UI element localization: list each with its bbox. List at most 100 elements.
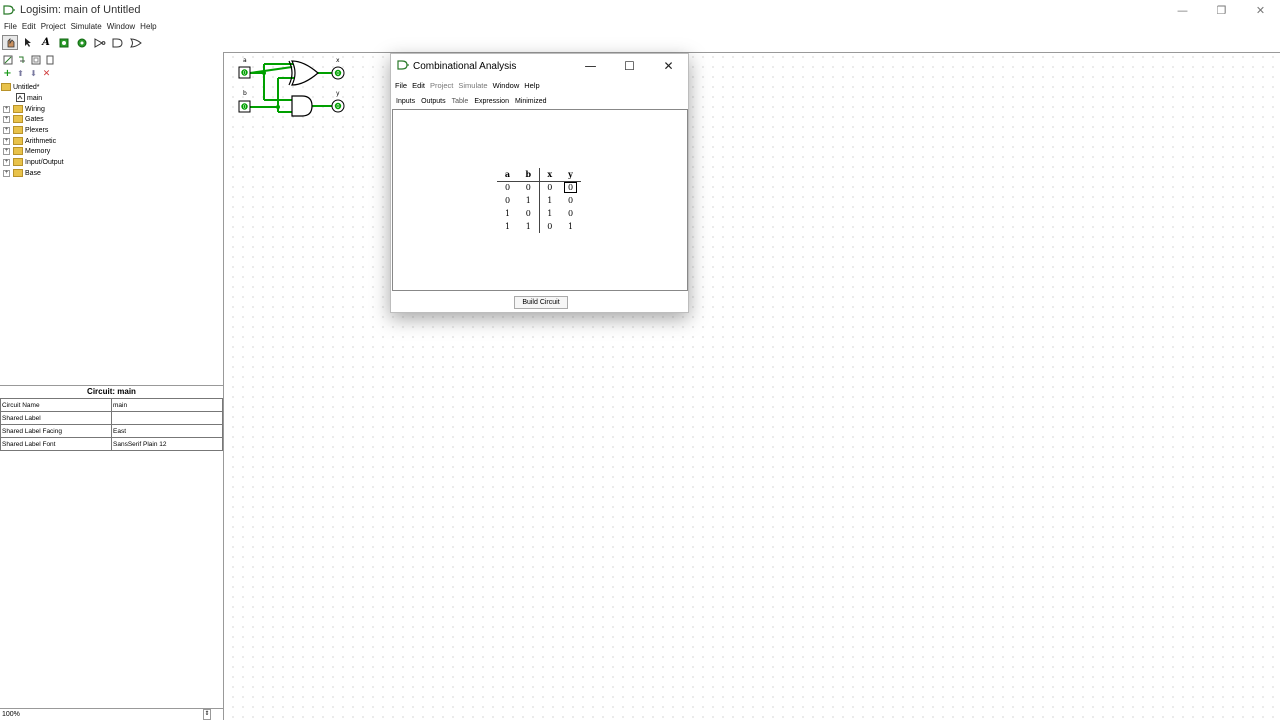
- and-gate-tool-icon[interactable]: [110, 35, 126, 50]
- tree-item-plexers[interactable]: + Plexers: [0, 125, 48, 135]
- add-circuit-icon[interactable]: +: [2, 69, 13, 79]
- menu-window[interactable]: Window: [107, 22, 135, 31]
- input-a-label: a: [243, 57, 247, 64]
- dialog-menu-simulate[interactable]: Simulate: [458, 81, 487, 90]
- output-pin-x[interactable]: 0: [331, 66, 345, 80]
- dialog-menu-help[interactable]: Help: [524, 81, 539, 90]
- select-tool-icon[interactable]: [20, 35, 36, 50]
- table-cell[interactable]: 0: [539, 220, 560, 233]
- xor-gate-icon[interactable]: [291, 60, 319, 86]
- minimize-button[interactable]: —: [1163, 0, 1202, 20]
- tab-outputs[interactable]: Outputs: [420, 96, 447, 108]
- folder-icon: [13, 137, 23, 145]
- dialog-menu-edit[interactable]: Edit: [412, 81, 425, 90]
- tree-item-base[interactable]: + Base: [0, 168, 41, 178]
- attr-key: Shared Label: [0, 411, 112, 425]
- expand-icon[interactable]: +: [3, 105, 10, 113]
- table-cell[interactable]: 0: [560, 207, 581, 220]
- folder-icon: [1, 83, 11, 91]
- expand-icon[interactable]: +: [3, 147, 10, 155]
- attr-value-shared-label[interactable]: [111, 411, 223, 425]
- truth-table-header: y: [560, 168, 581, 182]
- table-cell[interactable]: 1: [560, 220, 581, 233]
- simulation-view-icon[interactable]: [16, 55, 28, 66]
- dialog-close-button[interactable]: ✕: [649, 54, 688, 78]
- expand-icon[interactable]: +: [3, 158, 10, 166]
- input-pin-tool-icon[interactable]: [56, 35, 72, 50]
- menu-simulate[interactable]: Simulate: [71, 22, 102, 31]
- expand-icon[interactable]: +: [3, 169, 10, 177]
- table-cell: 1: [504, 209, 511, 218]
- circuit-diagram[interactable]: a b x y 0 0 0 0: [234, 56, 354, 121]
- dialog-menu-file[interactable]: File: [395, 81, 407, 90]
- table-cell[interactable]: 0: [560, 194, 581, 207]
- dialog-menu-window[interactable]: Window: [493, 81, 520, 90]
- or-gate-tool-icon[interactable]: [128, 35, 144, 50]
- move-up-icon[interactable]: ⬆: [15, 69, 26, 79]
- table-cell[interactable]: 0: [539, 181, 560, 194]
- poke-tool-icon[interactable]: [2, 35, 18, 50]
- tree-item-arithmetic[interactable]: + Arithmetic: [0, 136, 56, 146]
- move-down-icon[interactable]: ⬇: [28, 69, 39, 79]
- output-pin-tool-icon[interactable]: [74, 35, 90, 50]
- remove-circuit-icon[interactable]: ✕: [41, 69, 52, 79]
- attr-value-shared-label-facing[interactable]: East: [111, 424, 223, 438]
- attr-key: Shared Label Font: [0, 437, 112, 451]
- table-cell: 1: [518, 194, 540, 207]
- not-gate-tool-icon[interactable]: [92, 35, 108, 50]
- dialog-menu-project[interactable]: Project: [430, 81, 453, 90]
- table-cell[interactable]: 1: [539, 194, 560, 207]
- selected-table-cell[interactable]: 0: [560, 181, 581, 194]
- attribute-panel: Circuit: main Circuit Name main Shared L…: [0, 385, 223, 708]
- tree-root[interactable]: Untitled*: [0, 82, 39, 92]
- table-cell: 0: [518, 181, 540, 194]
- menu-help[interactable]: Help: [140, 22, 156, 31]
- circuit-canvas[interactable]: [224, 52, 1280, 720]
- tab-expression[interactable]: Expression: [473, 96, 510, 108]
- truth-table-header: x: [539, 168, 560, 182]
- table-cell: 0: [518, 207, 540, 220]
- dialog-minimize-button[interactable]: —: [571, 54, 610, 78]
- tree-item-wiring[interactable]: + Wiring: [0, 104, 45, 114]
- zoom-spinner-icon[interactable]: ⇕: [203, 709, 211, 720]
- menu-edit[interactable]: Edit: [22, 22, 36, 31]
- close-button[interactable]: ✕: [1241, 0, 1280, 20]
- attr-value-shared-label-font[interactable]: SansSerif Plain 12: [111, 437, 223, 451]
- dialog-maximize-button[interactable]: ☐: [610, 54, 649, 78]
- tree-item-main[interactable]: main: [6, 92, 42, 103]
- appearance-view-icon[interactable]: [44, 55, 56, 66]
- tree-item-memory[interactable]: + Memory: [0, 146, 50, 156]
- tab-table[interactable]: Table: [450, 96, 470, 108]
- attr-value-circuit-name[interactable]: main: [111, 398, 223, 412]
- toolbox-view-icon[interactable]: [2, 55, 14, 66]
- text-tool-icon[interactable]: A: [38, 35, 54, 50]
- table-cell[interactable]: 1: [539, 207, 560, 220]
- tree-item-gates[interactable]: + Gates: [0, 114, 44, 124]
- tab-inputs[interactable]: Inputs: [395, 96, 416, 108]
- restore-button[interactable]: ❐: [1202, 0, 1241, 20]
- table-panel: a b x y 0 0 0 0 0 1 1 0 1 0 1 0 1 1 0 1: [392, 109, 688, 291]
- and-gate-icon[interactable]: [291, 95, 313, 117]
- input-pin-a[interactable]: 0: [238, 66, 251, 79]
- logisim-app-icon: [397, 59, 409, 73]
- build-circuit-button[interactable]: Build Circuit: [514, 296, 568, 309]
- expand-icon[interactable]: +: [3, 137, 10, 145]
- truth-table[interactable]: a b x y 0 0 0 0 0 1 1 0 1 0 1 0 1 1 0 1: [497, 168, 581, 233]
- output-pin-y[interactable]: 0: [331, 99, 345, 113]
- attr-row-shared-label: Shared Label: [0, 411, 223, 425]
- input-pin-b[interactable]: 0: [238, 100, 251, 113]
- zoom-value[interactable]: 100%: [2, 711, 20, 718]
- dialog-title-bar[interactable]: Combinational Analysis — ☐ ✕: [391, 54, 688, 78]
- menu-file[interactable]: File: [4, 22, 17, 31]
- folder-icon: [13, 169, 23, 177]
- layout-view-icon[interactable]: [30, 55, 42, 66]
- svg-text:0: 0: [336, 104, 339, 110]
- dialog-title: Combinational Analysis: [413, 60, 517, 72]
- tree-item-input-output[interactable]: + Input/Output: [0, 157, 64, 167]
- expand-icon[interactable]: +: [3, 115, 10, 123]
- svg-text:0: 0: [243, 71, 246, 77]
- view-toolbar: [0, 53, 224, 67]
- tab-minimized[interactable]: Minimized: [514, 96, 548, 108]
- expand-icon[interactable]: +: [3, 126, 10, 134]
- menu-project[interactable]: Project: [41, 22, 66, 31]
